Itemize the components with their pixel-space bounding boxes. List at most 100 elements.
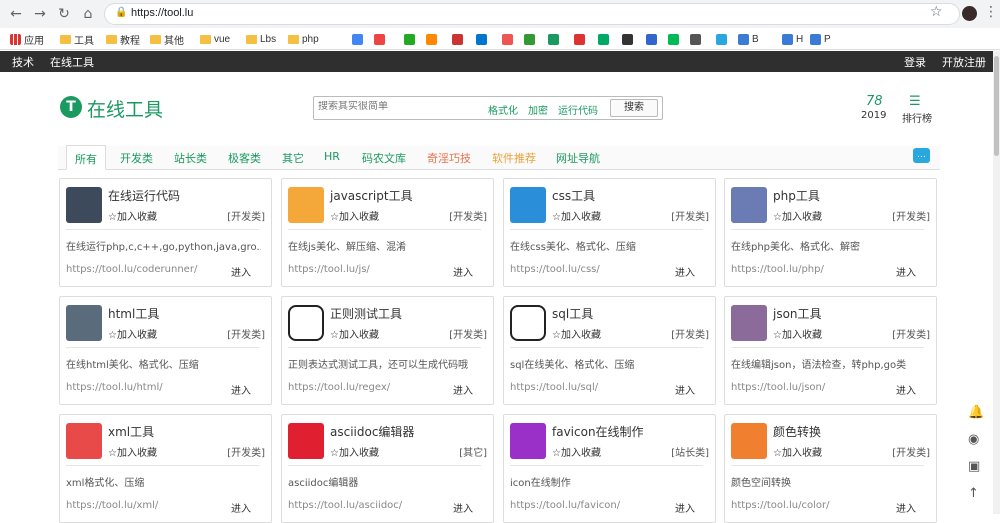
- game-icon[interactable]: ▣: [968, 459, 980, 474]
- register-link[interactable]: 开放注册: [942, 54, 986, 70]
- add-favorite-link[interactable]: ☆加入收藏: [552, 326, 601, 341]
- tab-10[interactable]: 网址导航: [556, 150, 600, 166]
- site-favicon-icon[interactable]: [524, 34, 535, 45]
- tool-card[interactable]: xml工具 ☆加入收藏 [开发类] xml格式化、压缩 https://tool.lu/…: [59, 414, 272, 523]
- search-button[interactable]: 搜索: [610, 99, 658, 117]
- tool-name[interactable]: asciidoc编辑器: [330, 423, 414, 440]
- enter-link[interactable]: 进入: [231, 500, 251, 515]
- site-favicon-icon[interactable]: [452, 34, 463, 45]
- bookmark-3[interactable]: 教程: [106, 31, 140, 47]
- bell-icon[interactable]: 🔔: [968, 405, 984, 420]
- tab-9[interactable]: 软件推荐: [492, 150, 536, 166]
- tool-name[interactable]: css工具: [552, 187, 595, 204]
- enter-link[interactable]: 进入: [231, 264, 251, 279]
- add-favorite-link[interactable]: ☆加入收藏: [773, 208, 822, 223]
- bookmark-4[interactable]: 其他: [150, 31, 184, 47]
- tool-card[interactable]: sql工具 ☆加入收藏 [开发类] sql在线美化、格式化、压缩 https://too…: [503, 296, 716, 405]
- bookmark-5[interactable]: vue: [200, 31, 230, 47]
- add-favorite-link[interactable]: ☆加入收藏: [552, 444, 601, 459]
- tool-name[interactable]: html工具: [108, 305, 159, 322]
- site-title[interactable]: 在线工具: [87, 95, 163, 122]
- bookmark-10[interactable]: P: [810, 31, 831, 47]
- tab-4[interactable]: 极客类: [228, 150, 261, 166]
- tool-name[interactable]: javascript工具: [330, 187, 413, 204]
- tool-card[interactable]: css工具 ☆加入收藏 [开发类] 在线css美化、格式化、压缩 https://too…: [503, 178, 716, 287]
- tool-card[interactable]: html工具 ☆加入收藏 [开发类] 在线html美化、格式化、压缩 https://t…: [59, 296, 272, 405]
- bookmark-9[interactable]: H: [782, 31, 803, 47]
- add-favorite-link[interactable]: ☆加入收藏: [108, 444, 157, 459]
- bookmark-1[interactable]: 应用: [10, 31, 44, 47]
- enter-link[interactable]: 进入: [896, 264, 916, 279]
- back-icon[interactable]: ←: [6, 4, 26, 24]
- scroll-thumb[interactable]: [994, 56, 999, 156]
- forward-icon[interactable]: →: [30, 4, 50, 24]
- add-favorite-link[interactable]: ☆加入收藏: [330, 208, 379, 223]
- enter-link[interactable]: 进入: [453, 264, 473, 279]
- tab-2[interactable]: 开发类: [120, 150, 153, 166]
- menu-icon[interactable]: ⋮: [984, 4, 998, 20]
- site-favicon-icon[interactable]: [716, 34, 727, 45]
- tool-name[interactable]: php工具: [773, 187, 820, 204]
- tab-8[interactable]: 奇淫巧技: [427, 150, 471, 166]
- profile-avatar[interactable]: [962, 6, 977, 21]
- site-favicon-icon[interactable]: [476, 34, 487, 45]
- chat-icon[interactable]: …: [913, 148, 930, 163]
- bookmark-2[interactable]: 工具: [60, 31, 94, 47]
- home-icon[interactable]: ⌂: [78, 4, 98, 24]
- enter-link[interactable]: 进入: [675, 264, 695, 279]
- ranking-link[interactable]: 排行榜: [902, 110, 932, 125]
- site-favicon-icon[interactable]: [668, 34, 679, 45]
- back-to-top-icon[interactable]: ↑: [968, 486, 979, 501]
- enter-link[interactable]: 进入: [453, 382, 473, 397]
- year-number[interactable]: 78: [866, 94, 883, 109]
- tab-5[interactable]: 其它: [282, 150, 304, 166]
- add-favorite-link[interactable]: ☆加入收藏: [108, 326, 157, 341]
- list-icon[interactable]: ☰: [909, 94, 921, 109]
- tool-card[interactable]: 在线运行代码 ☆加入收藏 [开发类] 在线运行php,c,c++,go,python,…: [59, 178, 272, 287]
- enter-link[interactable]: 进入: [675, 382, 695, 397]
- address-bar[interactable]: 🔒 https://tool.lu: [104, 3, 960, 25]
- bookmark-star-icon[interactable]: ☆: [930, 4, 943, 20]
- tool-card[interactable]: 正则测试工具 ☆加入收藏 [开发类] 正则表达式测试工具，还可以生成代码哦 https:…: [281, 296, 494, 405]
- tool-card[interactable]: php工具 ☆加入收藏 [开发类] 在线php美化、格式化、解密 https://too…: [724, 178, 937, 287]
- site-favicon-icon[interactable]: [426, 34, 437, 45]
- tool-card[interactable]: 颜色转换 ☆加入收藏 [开发类] 颜色空间转换 https://tool.lu/colo…: [724, 414, 937, 523]
- tool-card[interactable]: json工具 ☆加入收藏 [开发类] 在线编辑json，语法检查，转php,go类 ht…: [724, 296, 937, 405]
- site-favicon-icon[interactable]: [502, 34, 513, 45]
- add-favorite-link[interactable]: ☆加入收藏: [552, 208, 601, 223]
- add-favorite-link[interactable]: ☆加入收藏: [773, 444, 822, 459]
- tab-1[interactable]: 所有: [66, 145, 106, 170]
- enter-link[interactable]: 进入: [453, 500, 473, 515]
- add-favorite-link[interactable]: ☆加入收藏: [108, 208, 157, 223]
- login-link[interactable]: 登录: [904, 54, 926, 70]
- site-favicon-icon[interactable]: [690, 34, 701, 45]
- tab-6[interactable]: HR: [324, 150, 340, 163]
- tool-name[interactable]: 颜色转换: [773, 423, 821, 440]
- enter-link[interactable]: 进入: [896, 500, 916, 515]
- year-label[interactable]: 2019: [861, 110, 886, 121]
- nav-tech[interactable]: 技术: [12, 54, 34, 70]
- site-favicon-icon[interactable]: [646, 34, 657, 45]
- tab-3[interactable]: 站长类: [174, 150, 207, 166]
- tool-name[interactable]: xml工具: [108, 423, 154, 440]
- tool-name[interactable]: 正则测试工具: [330, 305, 402, 322]
- search-input[interactable]: [318, 101, 478, 112]
- tool-card[interactable]: asciidoc编辑器 ☆加入收藏 [其它] asciidoc编辑器 https://t…: [281, 414, 494, 523]
- quick-tag-run-code[interactable]: 运行代码: [558, 102, 598, 117]
- tool-card[interactable]: javascript工具 ☆加入收藏 [开发类] 在线js美化、解压缩、混淆 https…: [281, 178, 494, 287]
- site-favicon-icon[interactable]: [352, 34, 363, 45]
- enter-link[interactable]: 进入: [896, 382, 916, 397]
- tab-7[interactable]: 码农文库: [362, 150, 406, 166]
- bookmark-6[interactable]: Lbs: [246, 31, 276, 47]
- site-favicon-icon[interactable]: [622, 34, 633, 45]
- site-favicon-icon[interactable]: [598, 34, 609, 45]
- quick-tag-format[interactable]: 格式化: [488, 102, 518, 117]
- nav-online-tools[interactable]: 在线工具: [50, 54, 94, 70]
- tool-card[interactable]: favicon在线制作 ☆加入收藏 [站长类] icon在线制作 https://too…: [503, 414, 716, 523]
- enter-link[interactable]: 进入: [231, 382, 251, 397]
- add-favorite-link[interactable]: ☆加入收藏: [773, 326, 822, 341]
- tool-name[interactable]: json工具: [773, 305, 822, 322]
- tool-name[interactable]: favicon在线制作: [552, 423, 644, 440]
- enter-link[interactable]: 进入: [675, 500, 695, 515]
- site-favicon-icon[interactable]: [374, 34, 385, 45]
